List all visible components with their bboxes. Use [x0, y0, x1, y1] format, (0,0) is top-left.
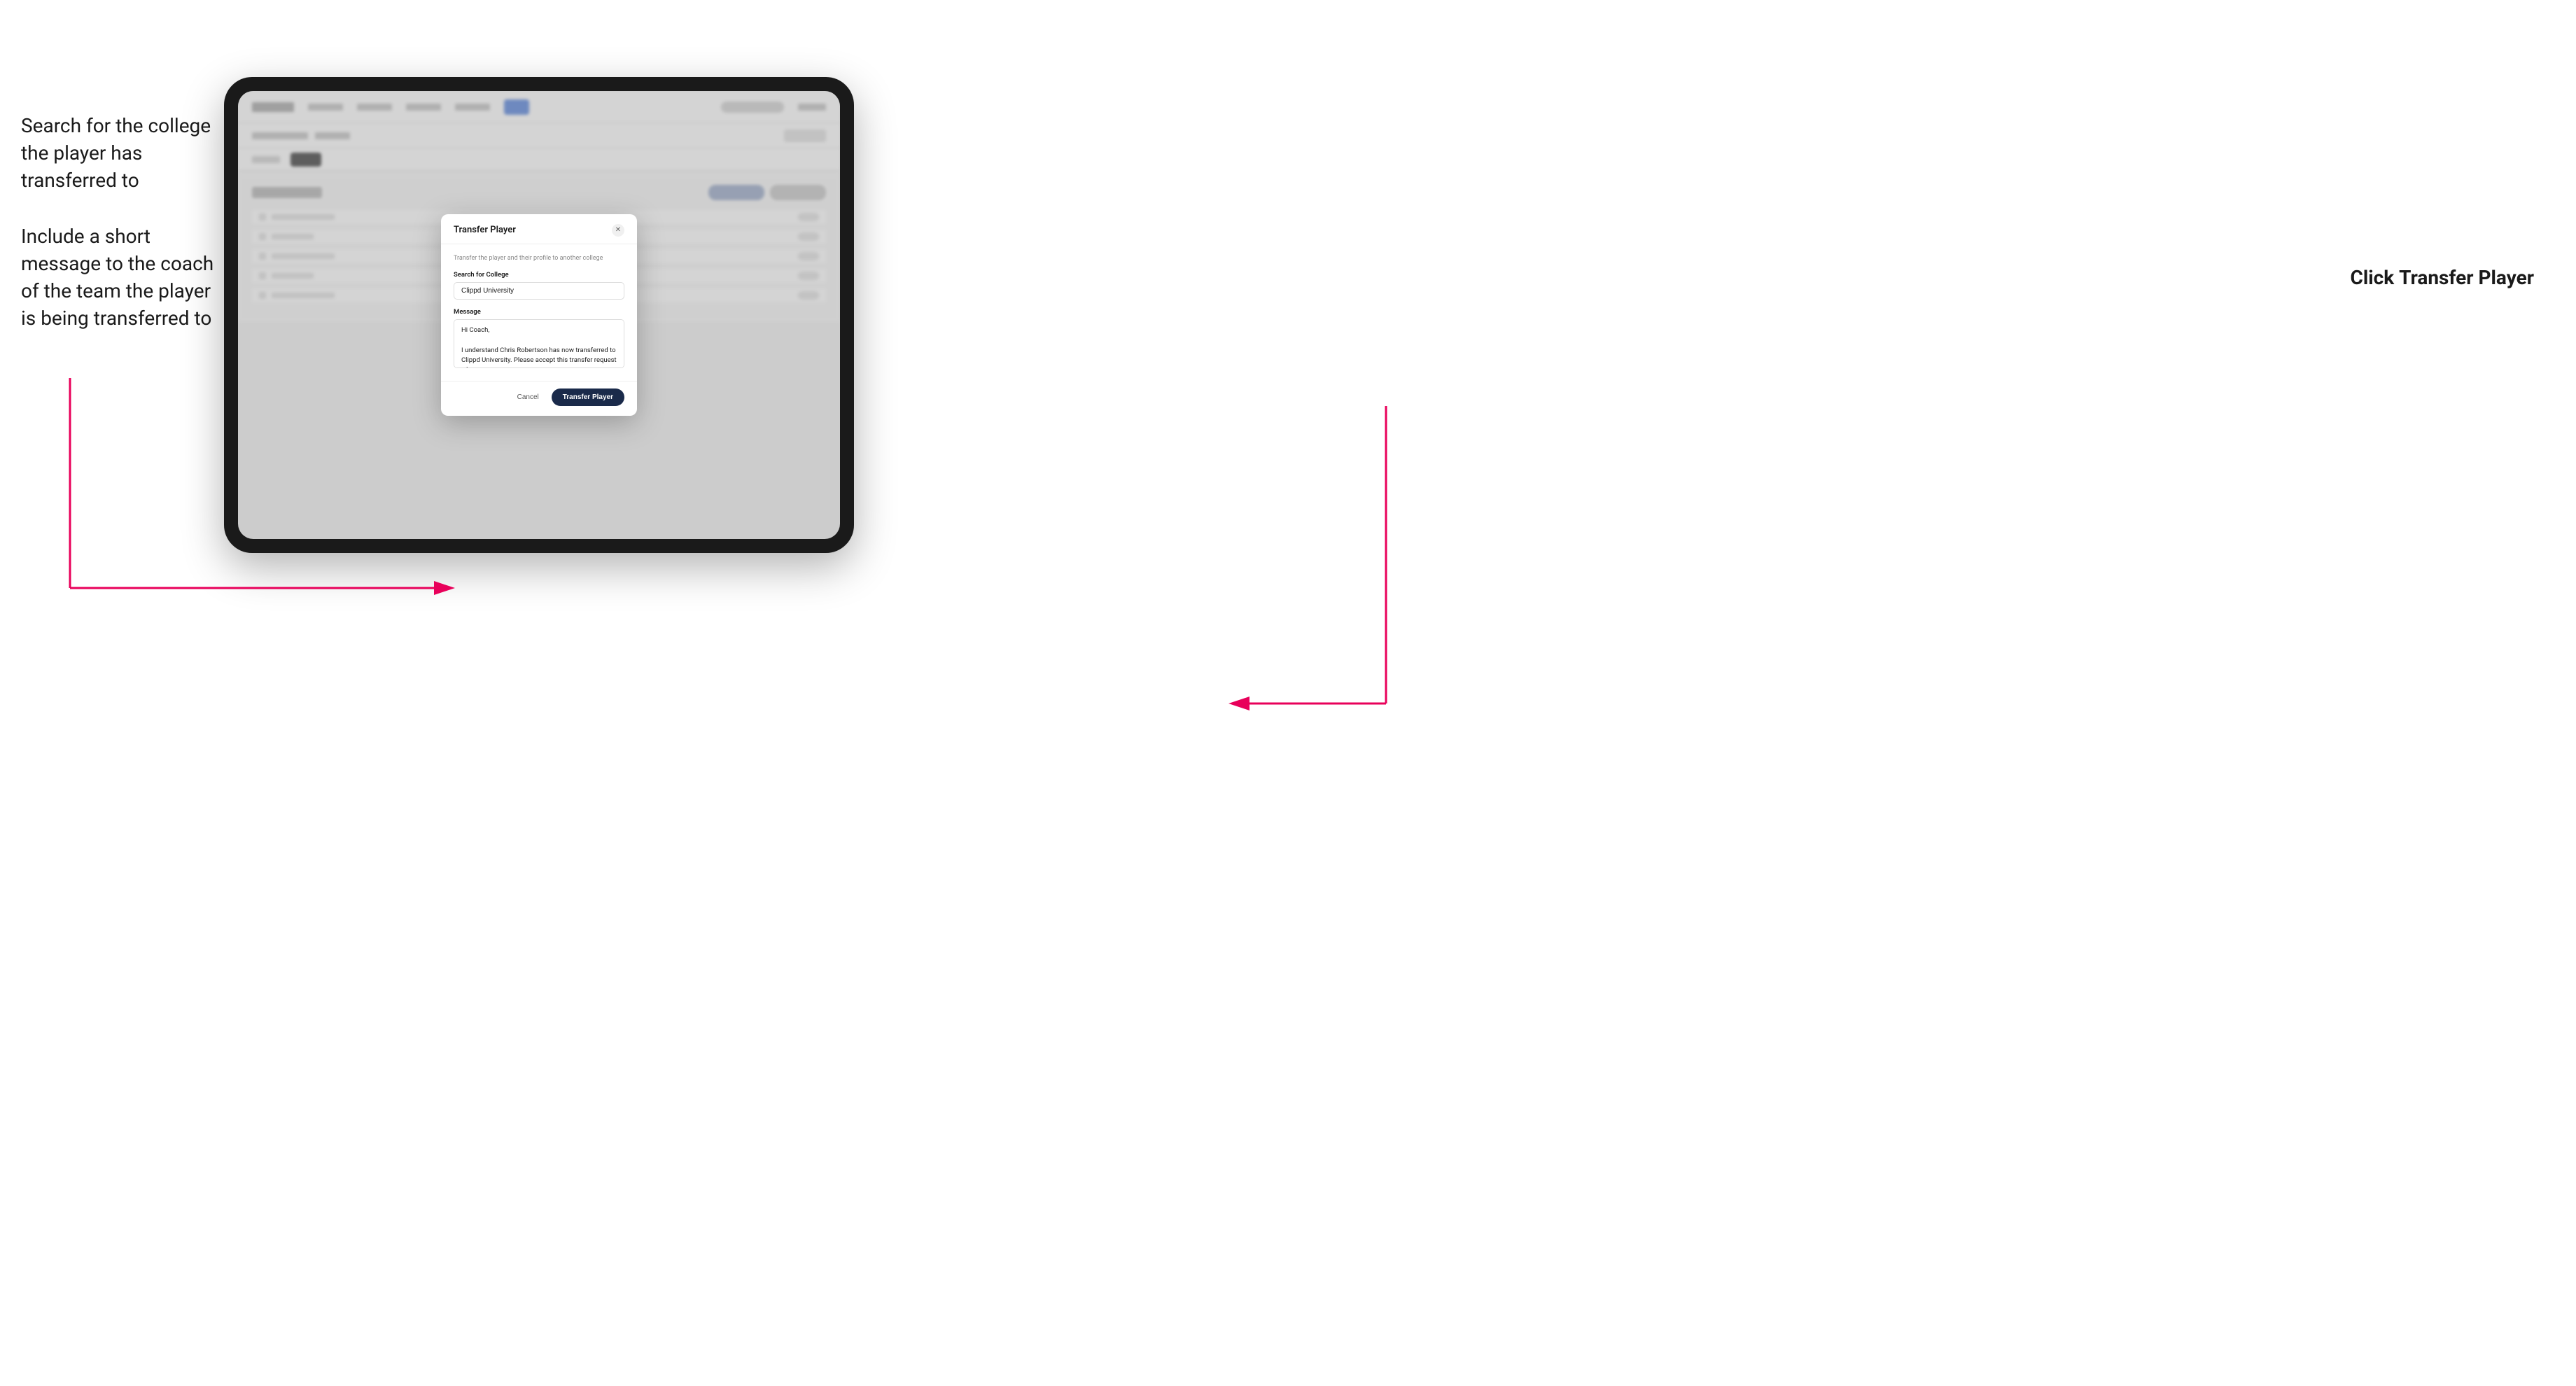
- tablet-frame: Transfer Player ✕ Transfer the player an…: [224, 77, 854, 553]
- annotation-right-bold: Transfer Player: [2399, 266, 2534, 289]
- annotation-right: Click Transfer Player: [2351, 266, 2534, 289]
- message-textarea[interactable]: Hi Coach, I understand Chris Robertson h…: [454, 319, 624, 368]
- transfer-player-modal: Transfer Player ✕ Transfer the player an…: [441, 214, 637, 416]
- modal-title: Transfer Player: [454, 225, 516, 235]
- modal-body: Transfer the player and their profile to…: [441, 244, 637, 382]
- cancel-button[interactable]: Cancel: [512, 390, 545, 405]
- modal-footer: Cancel Transfer Player: [441, 381, 637, 416]
- modal-close-button[interactable]: ✕: [612, 224, 624, 237]
- annotation-right-text: Click: [2351, 266, 2395, 289]
- modal-description: Transfer the player and their profile to…: [454, 254, 624, 263]
- tablet-screen: Transfer Player ✕ Transfer the player an…: [238, 91, 840, 539]
- annotation-left: Search for the college the player has tr…: [21, 112, 217, 360]
- message-label: Message: [454, 308, 624, 316]
- search-college-input[interactable]: [454, 282, 624, 300]
- annotation-left-top: Search for the college the player has tr…: [21, 112, 217, 195]
- modal-header: Transfer Player ✕: [441, 214, 637, 244]
- transfer-player-button[interactable]: Transfer Player: [552, 388, 624, 406]
- modal-overlay: Transfer Player ✕ Transfer the player an…: [238, 91, 840, 539]
- annotation-left-bottom: Include a short message to the coach of …: [21, 223, 217, 332]
- search-college-label: Search for College: [454, 271, 624, 279]
